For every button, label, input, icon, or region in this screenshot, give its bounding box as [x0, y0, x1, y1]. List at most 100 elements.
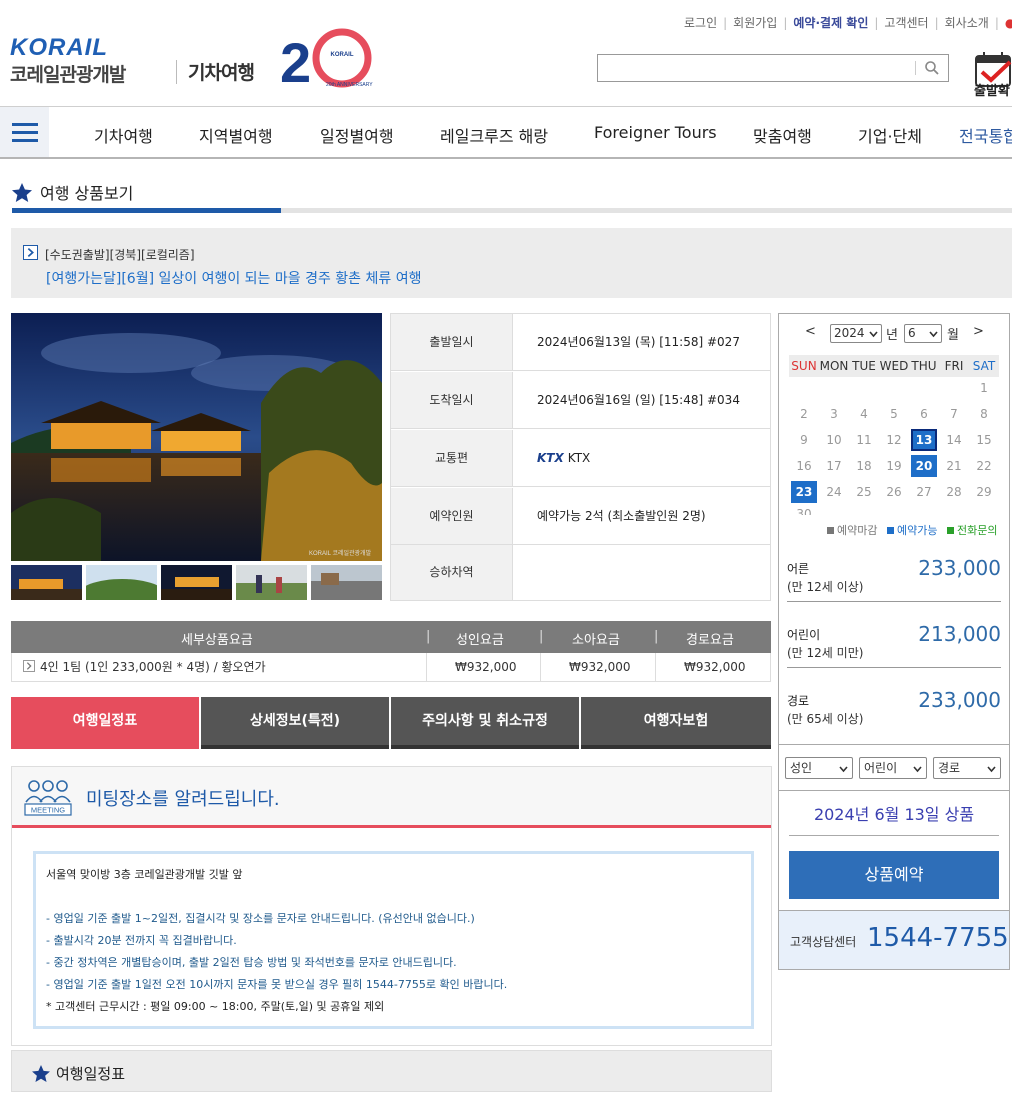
chevron-down-icon [929, 331, 938, 338]
calendar-day: 3 [830, 407, 838, 421]
nav-by-schedule[interactable]: 일정별여행 [320, 123, 394, 147]
child-count-select[interactable]: 어린이 [859, 757, 927, 779]
customer-center-link[interactable]: 고객센터 [884, 14, 928, 31]
calendar-day: 5 [890, 407, 898, 421]
page-title: 여행 상품보기 [12, 180, 133, 204]
calendar-day[interactable]: 20 [911, 455, 937, 477]
calendar-day: 28 [946, 485, 962, 499]
year-select[interactable]: 2024 [830, 324, 882, 343]
chevron-right-icon [23, 660, 35, 672]
tab-itinerary[interactable]: 여행일정표 [11, 697, 199, 749]
price-table-row: 4인 1팀 (1인 233,000원 * 4명) / 황오연가 ₩932,000… [11, 653, 771, 682]
year-suffix: 년 [886, 328, 898, 343]
info-value: 예약가능 2석 (최소출발인원 2명) [537, 509, 706, 523]
info-row-transport: 교통편 KTX KTX [391, 430, 770, 487]
meeting-note-4: - 영업일 기준 출발 1일전 오전 10시까지 문자를 못 받으실 경우 필히… [46, 978, 508, 991]
logo-korean: 코레일관광개발 [10, 64, 126, 86]
senior-count-select[interactable]: 경로 [933, 757, 1001, 779]
calendar-day: 16 [796, 459, 812, 473]
calendar-day: 18 [856, 459, 872, 473]
info-row-stations: 승하차역 [391, 545, 770, 600]
calendar-day: 17 [826, 459, 842, 473]
weekday-header: SUN [791, 359, 817, 373]
top-links: 로그인 | 회원가입 | 예약·결제 확인 | 고객센터 | 회사소개 | ● [684, 14, 1012, 31]
calendar-day: 11 [856, 433, 872, 447]
nav-corporate[interactable]: 기업·단체 [858, 123, 922, 147]
calendar-day[interactable]: 23 [791, 481, 817, 503]
prev-month-button[interactable]: < [805, 324, 816, 339]
thumbnail-2[interactable] [86, 565, 157, 600]
thumbnail-3[interactable] [161, 565, 232, 600]
meeting-note-hours: * 고객센터 근무시간 : 평일 09:00 ~ 18:00, 주말(토,일) … [46, 1000, 385, 1013]
thumbnail-1[interactable] [11, 565, 82, 600]
weekday-header: MON [819, 359, 849, 373]
thumbnail-4[interactable] [236, 565, 307, 600]
product-tags: [수도권출발][경북][로컬리즘] [45, 248, 195, 262]
nav-rail-cruise[interactable]: 레일크루즈 해랑 [440, 123, 548, 147]
pax-selectors: 성인 어린이 경로 [785, 757, 1005, 779]
nav-regional[interactable]: 지역별여행 [199, 123, 273, 147]
thumbnail-strip [11, 565, 382, 600]
price-row-child: ₩932,000 [569, 660, 631, 674]
calendar-day: 24 [826, 485, 842, 499]
reservation-check-link[interactable]: 예약·결제 확인 [793, 14, 868, 31]
search-icon[interactable] [924, 60, 940, 76]
svg-text:2: 2 [280, 31, 311, 90]
calendar-day: 22 [976, 459, 992, 473]
customer-center-label: 고객상담센터 [790, 935, 857, 949]
nav-foreigner-tours[interactable]: Foreigner Tours [594, 123, 717, 142]
col-header-adult: 성인요금 [456, 633, 504, 648]
star-icon [32, 1065, 50, 1082]
weekday-header: FRI [944, 359, 964, 373]
chevron-down-icon [839, 766, 848, 773]
col-header-product: 세부상품요금 [181, 633, 253, 648]
calendar-day: 1 [980, 381, 988, 395]
calendar-day: 10 [826, 433, 842, 447]
col-header-senior: 경로요금 [686, 633, 734, 648]
signup-link[interactable]: 회원가입 [733, 14, 777, 31]
meeting-header: MEETING 미팅장소를 알려드립니다. [12, 767, 771, 828]
reserve-button[interactable]: 상품예약 [789, 851, 999, 899]
selected-date-label: 2024년 6월 13일 상품 [813, 805, 975, 824]
weekday-header: SAT [972, 359, 996, 373]
company-intro-link[interactable]: 회사소개 [945, 14, 989, 31]
month-select[interactable]: 6 [904, 324, 942, 343]
nav-custom[interactable]: 맞춤여행 [753, 123, 812, 147]
adult-count-select[interactable]: 성인 [785, 757, 853, 779]
calendar-day: 29 [976, 485, 992, 499]
info-row-departure: 출발일시 2024년06월13일 (목) [11:58] #027 [391, 314, 770, 371]
fare-adult: 어른 (만 12세 이상) 233,000 [787, 546, 1001, 602]
thumbnail-5[interactable] [311, 565, 382, 600]
price-row-adult: ₩932,000 [455, 660, 517, 674]
hamburger-menu-icon[interactable] [0, 107, 49, 157]
available-legend-icon [886, 527, 894, 534]
meeting-note-2: - 출발시각 20분 전까지 꼭 집결바랍니다. [46, 934, 237, 947]
calendar-day: 21 [946, 459, 962, 473]
nav-train-travel[interactable]: 기차여행 [94, 123, 153, 147]
anniversary-logo-icon: 2 KORAIL 20th ANNIVERSARY [280, 28, 373, 90]
calendar-legend: 예약마감 예약가능 전화문의 [827, 522, 997, 538]
calendar-weekdays: SUN MON TUE WED THU FRI SAT [789, 355, 999, 377]
departure-check-label[interactable]: 출발확 [974, 80, 1010, 99]
tab-details[interactable]: 상세정보(특전) [201, 697, 389, 749]
next-month-button[interactable]: > [973, 324, 984, 339]
info-value: KTX KTX [537, 451, 591, 465]
star-icon [12, 183, 32, 202]
tab-insurance[interactable]: 여행자보험 [581, 697, 771, 749]
calendar-day[interactable]: 13 [911, 429, 937, 451]
search-input[interactable] [598, 55, 908, 81]
product-main-image[interactable]: KORAIL 코레일관광개발 [11, 313, 382, 561]
nav-integrated[interactable]: 전국통합 [959, 123, 1012, 147]
login-link[interactable]: 로그인 [684, 14, 717, 31]
product-name: [여행가는달][6월] 일상이 여행이 되는 마을 경주 황촌 체류 여행 [46, 271, 422, 287]
weekday-header: THU [911, 359, 937, 373]
meeting-title: 미팅장소를 알려드립니다. [86, 789, 280, 810]
customer-center-phone[interactable]: 1544-7755 [867, 923, 1009, 953]
divider [789, 835, 999, 836]
top-link-cut[interactable]: ● [1005, 16, 1012, 30]
calendar-day: 25 [856, 485, 872, 499]
site-logo[interactable]: KORAIL 코레일관광개발 [10, 34, 170, 86]
logo-divider [176, 60, 177, 84]
tab-notice-cancel[interactable]: 주의사항 및 취소규정 [391, 697, 579, 749]
anniversary-text: 20th ANNIVERSARY [326, 82, 373, 88]
